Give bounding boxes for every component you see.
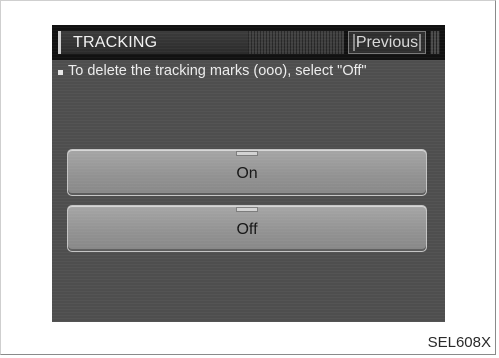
instruction-text: To delete the tracking marks (ooo), sele…: [68, 63, 367, 79]
on-option-label: On: [236, 165, 258, 182]
title-edge-decoration: [430, 31, 440, 54]
nav-display-screen: TRACKING Previous To delete the tracking…: [52, 25, 445, 322]
title-decoration: [248, 31, 344, 54]
screen-title: TRACKING: [73, 34, 158, 51]
figure-code: SEL608X: [427, 334, 491, 351]
previous-button[interactable]: Previous: [348, 31, 426, 54]
off-option-button[interactable]: Off: [67, 205, 427, 252]
selection-indicator-icon: [236, 151, 258, 156]
selection-indicator-icon: [236, 207, 258, 212]
instruction-line: To delete the tracking marks (ooo), sele…: [52, 62, 445, 82]
on-option-button[interactable]: On: [67, 149, 427, 196]
bullet-icon: [58, 70, 63, 75]
title-bar: TRACKING Previous: [52, 25, 445, 60]
off-option-label: Off: [236, 221, 258, 238]
title-box: TRACKING: [58, 31, 344, 54]
